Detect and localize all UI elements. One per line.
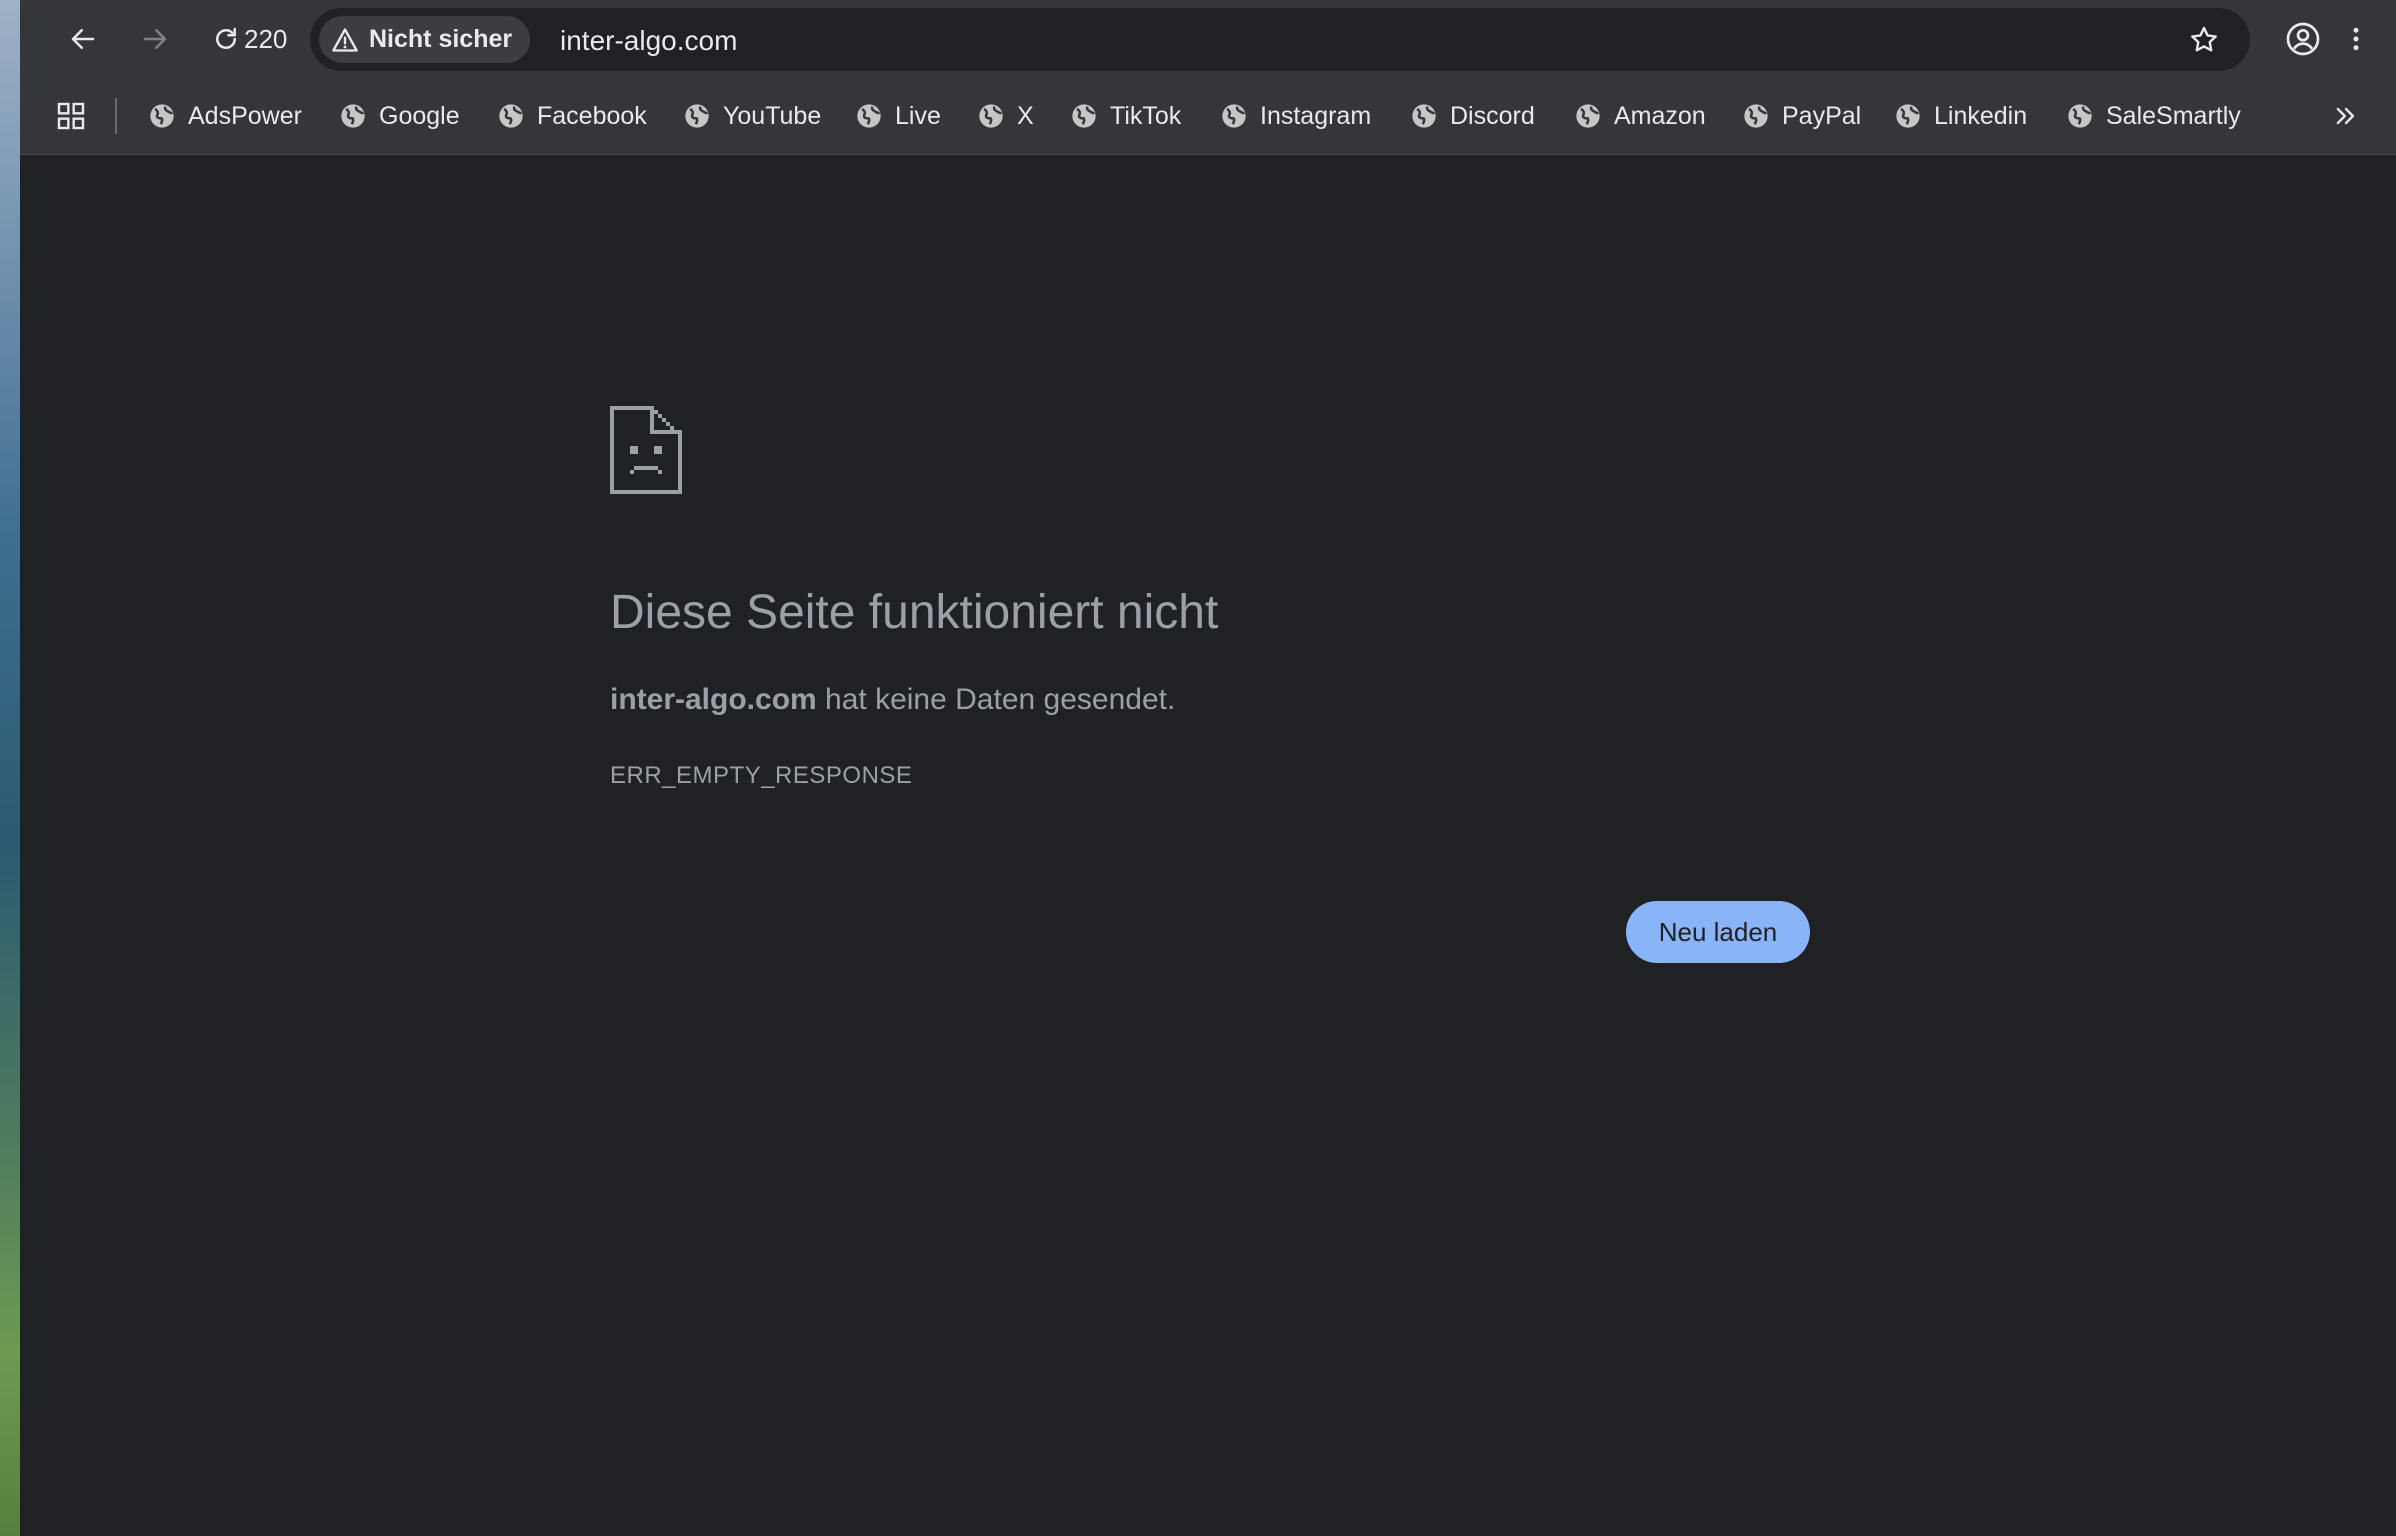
bookmark-label: TikTok xyxy=(1110,101,1182,130)
bookmark-adspower[interactable]: AdsPower xyxy=(148,95,302,137)
sad-document-icon xyxy=(610,406,682,494)
bookmark-label: AdsPower xyxy=(188,101,302,130)
reload-button[interactable]: Neu laden xyxy=(1626,901,1810,963)
forward-arrow-icon[interactable] xyxy=(135,19,175,59)
bookmark-live[interactable]: Live xyxy=(855,95,941,137)
browser-window: 220 Nicht sicher inter-algo.com AdsPower xyxy=(20,0,2396,1536)
globe-icon xyxy=(499,104,523,128)
bookmark-label: Discord xyxy=(1450,101,1535,130)
warning-icon xyxy=(332,27,358,52)
bookmark-label: YouTube xyxy=(723,101,822,130)
globe-icon xyxy=(1222,104,1246,128)
apps-grid-icon[interactable] xyxy=(51,96,91,136)
bookmark-label: Instagram xyxy=(1260,101,1372,130)
globe-icon xyxy=(150,104,174,128)
bookmark-discord[interactable]: Discord xyxy=(1410,95,1535,137)
globe-icon xyxy=(1896,104,1920,128)
browser-toolbar: 220 Nicht sicher inter-algo.com xyxy=(20,0,2396,79)
bookmark-google[interactable]: Google xyxy=(339,95,460,137)
chevron-double-right-icon[interactable] xyxy=(2326,96,2366,136)
globe-icon xyxy=(857,104,881,128)
globe-icon xyxy=(2068,104,2092,128)
globe-icon xyxy=(1412,104,1436,128)
bookmarks-separator xyxy=(115,98,117,134)
bookmark-instagram[interactable]: Instagram xyxy=(1220,95,1371,137)
bookmark-x[interactable]: X xyxy=(977,95,1034,137)
profile-icon[interactable] xyxy=(2283,19,2323,59)
bookmark-label: SaleSmartly xyxy=(2106,101,2241,130)
bookmark-label: Google xyxy=(379,101,460,130)
error-title: Diese Seite funktioniert nicht xyxy=(610,586,1219,639)
url-text[interactable]: inter-algo.com xyxy=(560,25,737,57)
error-host: inter-algo.com xyxy=(610,683,817,716)
globe-icon xyxy=(1072,104,1096,128)
error-description: inter-algo.com hat keine Daten gesendet. xyxy=(610,683,1175,717)
reload-icon[interactable] xyxy=(206,19,246,59)
desktop-wallpaper xyxy=(0,0,20,1536)
bookmark-facebook[interactable]: Facebook xyxy=(497,95,647,137)
error-page: Diese Seite funktioniert nicht inter-alg… xyxy=(20,155,2396,1536)
bookmark-label: Facebook xyxy=(537,101,647,130)
bookmarks-bar: AdsPower Google Facebook YouTube Live X … xyxy=(20,79,2396,155)
globe-icon xyxy=(1576,104,1600,128)
globe-icon xyxy=(1744,104,1768,128)
bookmark-label: Amazon xyxy=(1614,101,1706,130)
bookmark-label: PayPal xyxy=(1782,101,1862,130)
bookmark-paypal[interactable]: PayPal xyxy=(1742,95,1861,137)
globe-icon xyxy=(341,104,365,128)
address-bar[interactable]: Nicht sicher inter-algo.com xyxy=(310,8,2250,71)
bookmark-youtube[interactable]: YouTube xyxy=(683,95,821,137)
kebab-menu-icon[interactable] xyxy=(2336,19,2376,59)
bookmark-linkedin[interactable]: Linkedin xyxy=(1894,95,2027,137)
bookmark-star-icon[interactable] xyxy=(2184,20,2224,60)
globe-icon xyxy=(685,104,709,128)
reload-count: 220 xyxy=(244,24,288,54)
bookmark-label: X xyxy=(1017,101,1034,130)
error-code: ERR_EMPTY_RESPONSE xyxy=(610,762,913,789)
error-message: hat keine Daten gesendet. xyxy=(816,683,1176,716)
bookmark-tiktok[interactable]: TikTok xyxy=(1070,95,1181,137)
security-chip-label: Nicht sicher xyxy=(369,25,513,53)
bookmark-salesmartly[interactable]: SaleSmartly xyxy=(2066,95,2241,137)
globe-icon xyxy=(979,104,1003,128)
bookmark-label: Live xyxy=(895,101,941,130)
bookmark-label: Linkedin xyxy=(1934,101,2028,130)
security-chip[interactable]: Nicht sicher xyxy=(319,16,531,63)
bookmark-amazon[interactable]: Amazon xyxy=(1574,95,1706,137)
back-arrow-icon[interactable] xyxy=(63,19,103,59)
